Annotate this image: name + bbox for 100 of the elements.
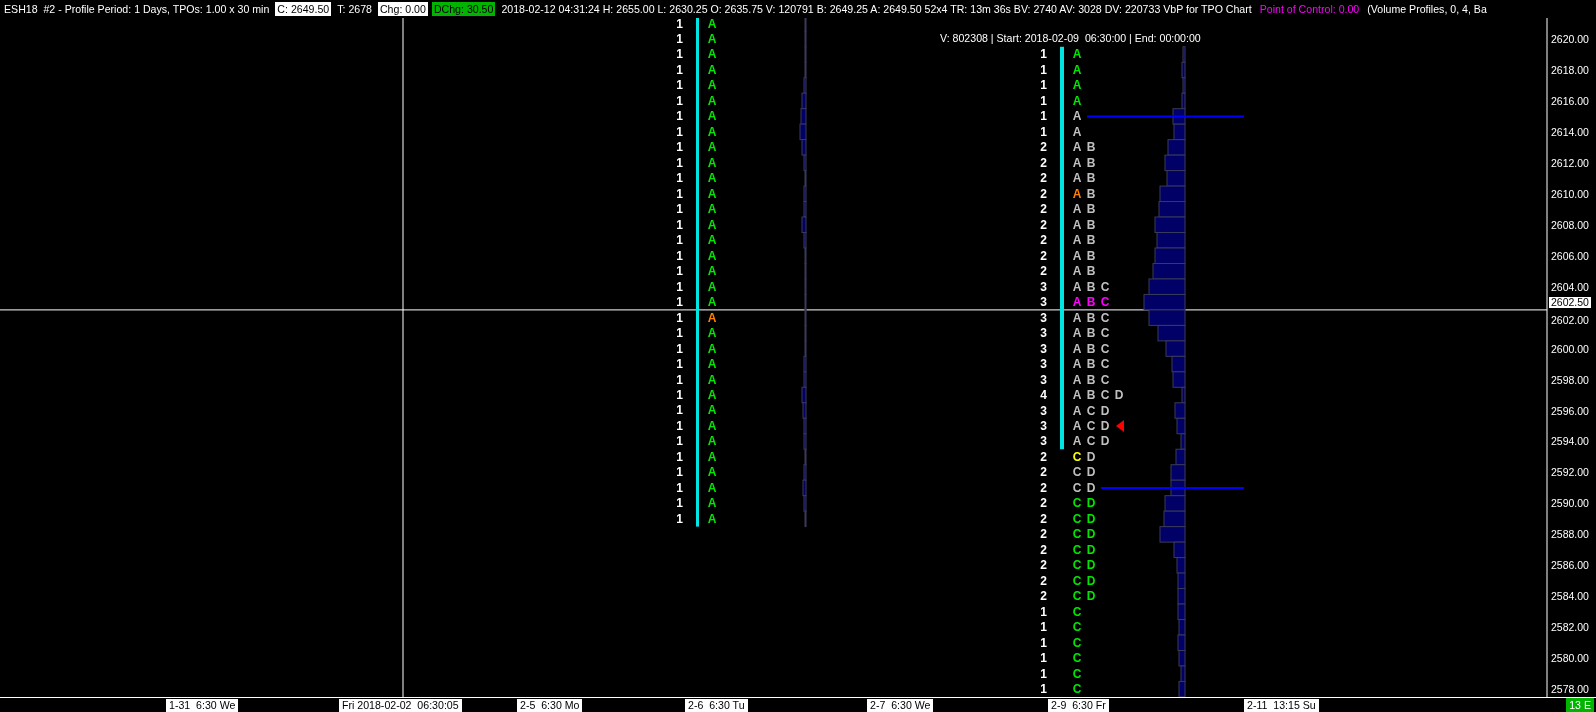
tpo-letter: D (1099, 419, 1111, 433)
tpo-letter: A (706, 217, 718, 232)
tpo-letter: A (706, 109, 718, 124)
tpo-letter: C (1071, 573, 1083, 588)
tpo-letter: A (706, 62, 718, 77)
price-label: 2582.00 (1551, 621, 1589, 634)
tpo-letter: A (1071, 171, 1083, 186)
tpo-count: 1 (675, 171, 683, 186)
tpo-letter: B (1085, 217, 1097, 232)
tpo-letter: A (1071, 93, 1083, 108)
tpo-letter: A (1071, 264, 1083, 279)
tpo-letter: A (706, 264, 718, 279)
tpo-count: 2 (1039, 511, 1047, 526)
tpo-letter: C (1071, 666, 1083, 681)
tpo-letter: A (1071, 357, 1083, 372)
triangle-marker-icon (1116, 420, 1124, 432)
price-label: 2602.00 (1551, 313, 1589, 326)
tpo-count: 1 (675, 357, 683, 372)
tpo-letter: A (1071, 62, 1083, 77)
tpo-count: 1 (675, 140, 683, 155)
tpo-letter: C (1071, 635, 1083, 650)
tpo-count: 1 (675, 78, 683, 93)
tpo-letter: C (1071, 558, 1083, 573)
tpo-letter: D (1085, 542, 1097, 557)
current-price-label: 2602.50 (1549, 296, 1591, 308)
tpo-letter: C (1071, 480, 1083, 495)
tpo-letter: A (706, 93, 718, 108)
tpo-count: 1 (675, 279, 683, 294)
tpo-letter: D (1099, 434, 1111, 449)
time-label: 1-31 6:30 We (166, 699, 239, 712)
tpo-count: 1 (1039, 682, 1047, 697)
tpo-count: 1 (675, 341, 683, 356)
tpo-count: 2 (1039, 202, 1047, 217)
tpo-count: 1 (675, 496, 683, 511)
price-label: 2606.00 (1551, 249, 1589, 262)
tpo-letter: B (1085, 341, 1097, 356)
tpo-letter: C (1099, 295, 1111, 310)
price-label: 2604.00 (1551, 280, 1589, 293)
profile-info: V: 802308 | Start: 2018-02-09 06:30:00 | End: 00:00:00 (940, 32, 1201, 44)
tpo-letter: A (1071, 295, 1083, 310)
tpo-count: 2 (1039, 496, 1047, 511)
tpo-letter: C (1071, 604, 1083, 619)
tpo-letter: A (1071, 140, 1083, 155)
price-label: 2618.00 (1551, 63, 1589, 76)
tpo-letter: B (1085, 140, 1097, 155)
tpo-letter: A (706, 357, 718, 372)
price-label: 2580.00 (1551, 652, 1589, 665)
tpo-letter: A (1071, 372, 1083, 387)
tpo-count: 1 (675, 372, 683, 387)
tpo-letter: A (706, 47, 718, 62)
tpo-letter: B (1085, 372, 1097, 387)
tpo-letter: A (1071, 326, 1083, 341)
tpo-letter: B (1085, 264, 1097, 279)
tpo-count: 3 (1039, 310, 1047, 325)
tpo-count: 3 (1039, 279, 1047, 294)
tpo-count: 3 (1039, 372, 1047, 387)
tpo-count: 1 (1039, 604, 1047, 619)
time-label: 2-6 6:30 Tu (685, 699, 748, 712)
tpo-letter: D (1085, 527, 1097, 542)
tpo-count: 1 (675, 186, 683, 201)
price-label: 2594.00 (1551, 435, 1589, 448)
tpo-count: 3 (1039, 419, 1047, 433)
tpo-letter: A (1071, 310, 1083, 325)
tpo-count: 2 (1039, 264, 1047, 279)
tpo-letter: A (706, 418, 718, 433)
tpo-letter: B (1085, 295, 1097, 310)
price-label: 2588.00 (1551, 528, 1589, 541)
tpo-letter: A (706, 449, 718, 464)
tpo-letter: C (1071, 542, 1083, 557)
tpo-letter: C (1071, 651, 1083, 666)
tpo-count: 1 (675, 16, 683, 31)
tpo-letter: D (1085, 573, 1097, 588)
tpo-letter: A (706, 403, 718, 418)
tpo-letter: A (706, 248, 718, 263)
tpo-letter: B (1085, 171, 1097, 186)
tpo-letter: A (706, 78, 718, 93)
tpo-letter: D (1099, 403, 1111, 418)
tpo-count: 1 (675, 124, 683, 139)
tpo-count: 2 (1039, 465, 1047, 480)
tpo-count: 1 (1039, 124, 1047, 139)
tpo-count: 2 (1039, 233, 1047, 248)
tpo-count: 1 (675, 480, 683, 495)
tpo-count: 1 (675, 93, 683, 108)
tpo-letter: A (706, 171, 718, 186)
tpo-letter: B (1085, 326, 1097, 341)
tpo-count: 2 (1039, 542, 1047, 557)
tpo-letter: A (706, 202, 718, 217)
tpo-count: 2 (1039, 527, 1047, 542)
header-text: Chg: 0.00 (377, 2, 428, 16)
tpo-letter: A (706, 388, 718, 402)
tpo-count: 1 (675, 264, 683, 279)
price-label: 2614.00 (1551, 125, 1589, 138)
tpo-letter: C (1099, 326, 1111, 341)
tpo-letter: A (706, 310, 718, 325)
tpo-letter: A (1071, 186, 1083, 201)
tpo-count: 3 (1039, 357, 1047, 372)
tpo-count: 2 (1039, 186, 1047, 201)
tpo-letter: A (1071, 341, 1083, 356)
tpo-letter: C (1071, 511, 1083, 526)
status-badge: 13 E (1566, 698, 1594, 712)
